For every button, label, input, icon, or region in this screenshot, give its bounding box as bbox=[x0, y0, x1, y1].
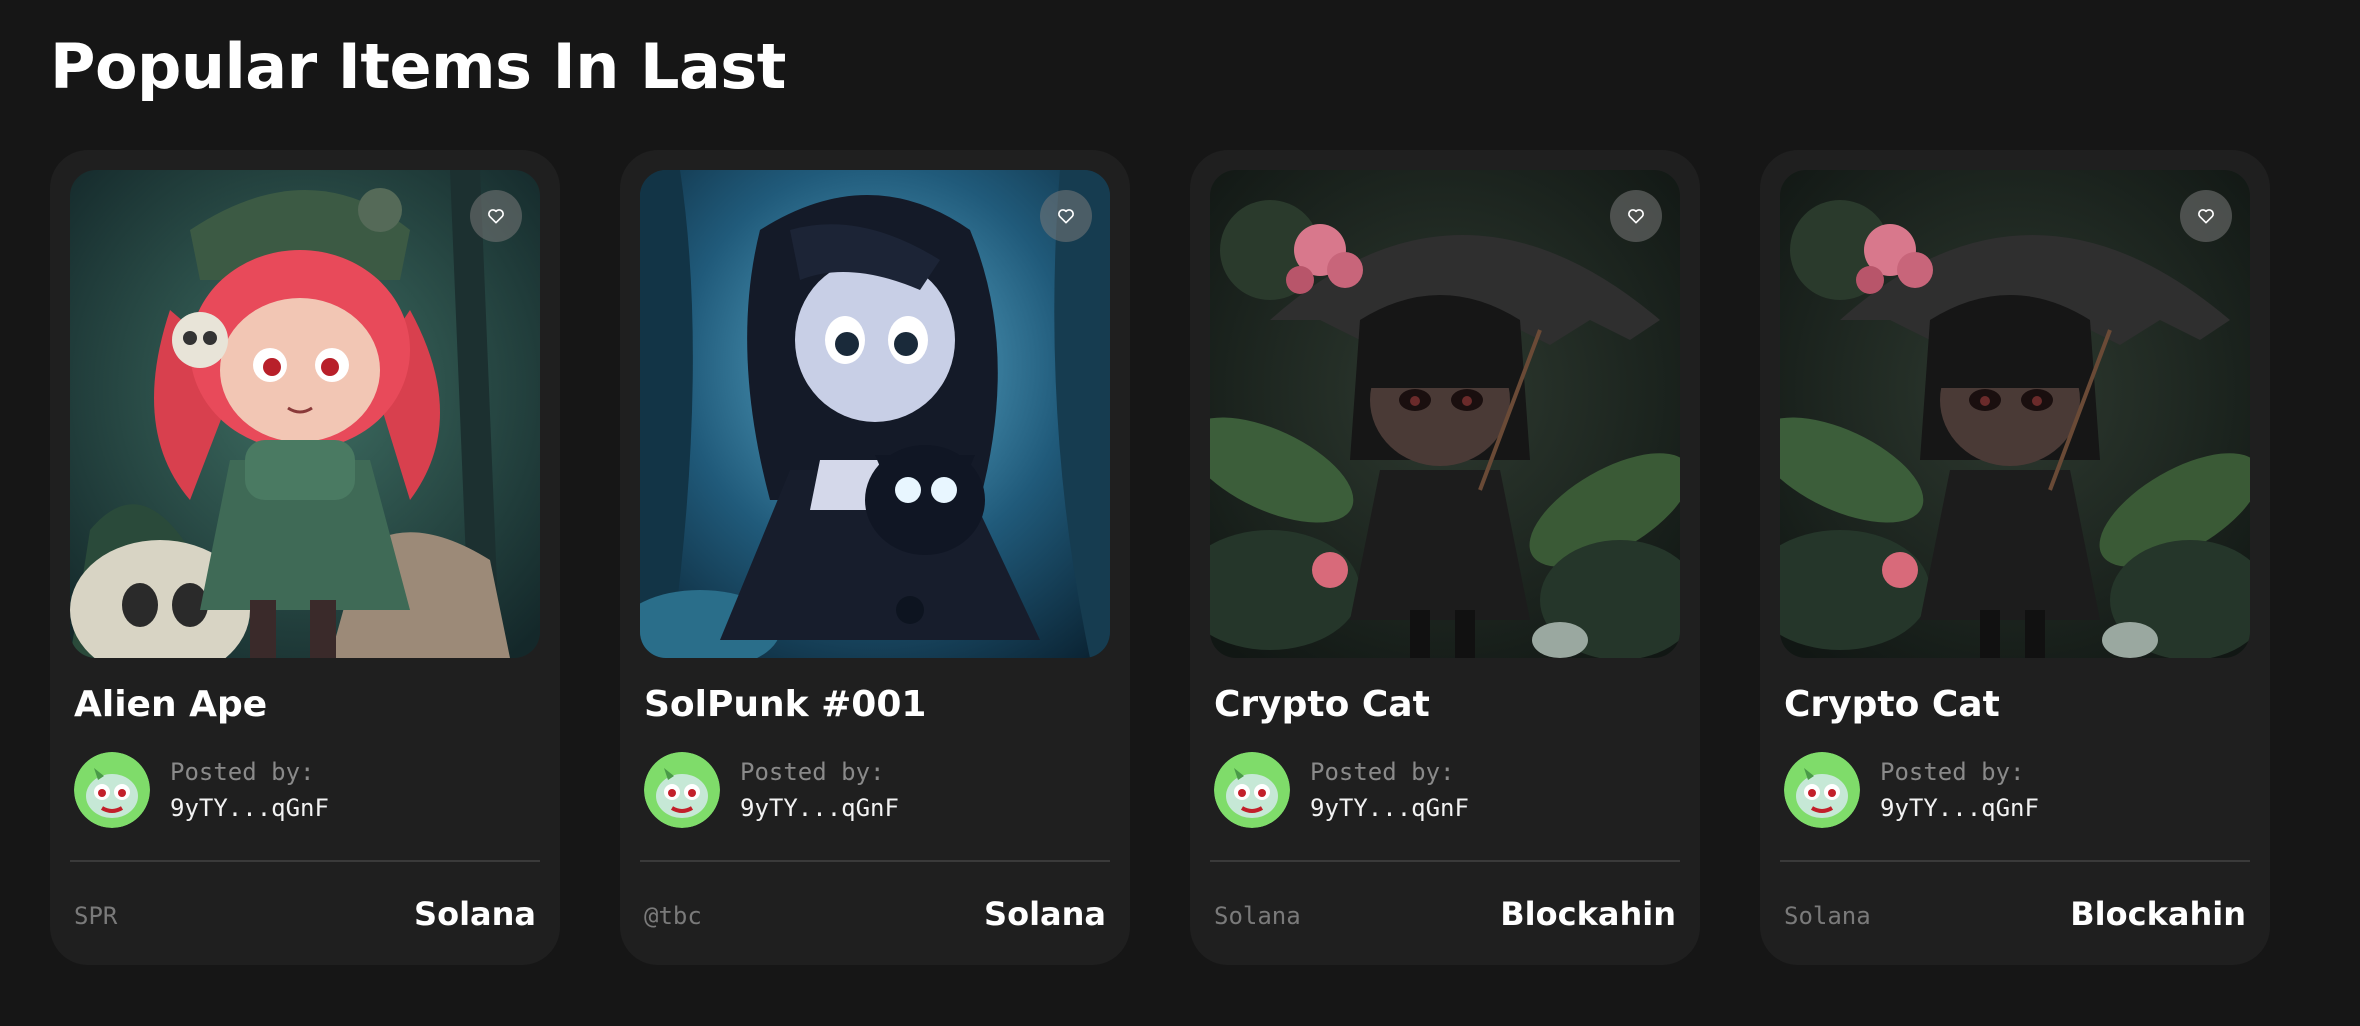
avatar bbox=[74, 752, 150, 828]
like-button[interactable] bbox=[1610, 190, 1662, 242]
posted-by-address[interactable]: 9yTY...qGnF bbox=[1310, 790, 1469, 826]
card-tag: SPR bbox=[74, 902, 118, 930]
nft-image[interactable] bbox=[640, 170, 1110, 658]
avatar bbox=[1214, 752, 1290, 828]
card-grid: Alien Ape Posted by: 9yTY...qGnF SPR Sol… bbox=[50, 150, 2270, 965]
heart-icon bbox=[488, 209, 504, 224]
card-title[interactable]: Crypto Cat bbox=[1214, 680, 1430, 730]
nft-card[interactable]: Crypto Cat Posted by: 9yTY...qGnF Solana… bbox=[1190, 150, 1700, 965]
posted-by-label: Posted by: bbox=[1880, 758, 2025, 786]
heart-icon bbox=[1628, 209, 1644, 224]
card-title[interactable]: Alien Ape bbox=[74, 680, 267, 730]
card-chain: Solana bbox=[984, 895, 1106, 933]
avatar bbox=[644, 752, 720, 828]
card-title[interactable]: SolPunk #001 bbox=[644, 680, 926, 730]
nft-card[interactable]: Crypto Cat Posted by: 9yTY...qGnF Solana… bbox=[1760, 150, 2270, 965]
poster-info: Posted by: 9yTY...qGnF bbox=[644, 752, 899, 828]
like-button[interactable] bbox=[1040, 190, 1092, 242]
posted-by-label: Posted by: bbox=[740, 758, 885, 786]
poster-info: Posted by: 9yTY...qGnF bbox=[1214, 752, 1469, 828]
card-chain: Blockahin bbox=[1500, 895, 1676, 933]
heart-icon bbox=[2198, 209, 2214, 224]
like-button[interactable] bbox=[470, 190, 522, 242]
posted-by-address[interactable]: 9yTY...qGnF bbox=[170, 790, 329, 826]
poster-info: Posted by: 9yTY...qGnF bbox=[1784, 752, 2039, 828]
card-tag: Solana bbox=[1214, 902, 1301, 930]
card-title[interactable]: Crypto Cat bbox=[1784, 680, 2000, 730]
card-tag: Solana bbox=[1784, 902, 1871, 930]
heart-icon bbox=[1058, 209, 1074, 224]
posted-by-address[interactable]: 9yTY...qGnF bbox=[1880, 790, 2039, 826]
divider bbox=[70, 860, 540, 862]
posted-by-label: Posted by: bbox=[170, 758, 315, 786]
card-chain: Solana bbox=[414, 895, 536, 933]
avatar bbox=[1784, 752, 1860, 828]
like-button[interactable] bbox=[2180, 190, 2232, 242]
nft-image[interactable] bbox=[70, 170, 540, 658]
divider bbox=[1210, 860, 1680, 862]
card-chain: Blockahin bbox=[2070, 895, 2246, 933]
divider bbox=[1780, 860, 2250, 862]
posted-by-address[interactable]: 9yTY...qGnF bbox=[740, 790, 899, 826]
nft-card[interactable]: Alien Ape Posted by: 9yTY...qGnF SPR Sol… bbox=[50, 150, 560, 965]
divider bbox=[640, 860, 1110, 862]
card-tag: @tbc bbox=[644, 902, 702, 930]
posted-by-label: Posted by: bbox=[1310, 758, 1455, 786]
nft-image[interactable] bbox=[1780, 170, 2250, 658]
nft-card[interactable]: SolPunk #001 Posted by: 9yTY...qGnF @tbc… bbox=[620, 150, 1130, 965]
nft-image[interactable] bbox=[1210, 170, 1680, 658]
poster-info: Posted by: 9yTY...qGnF bbox=[74, 752, 329, 828]
section-title: Popular Items In Last bbox=[50, 30, 786, 103]
